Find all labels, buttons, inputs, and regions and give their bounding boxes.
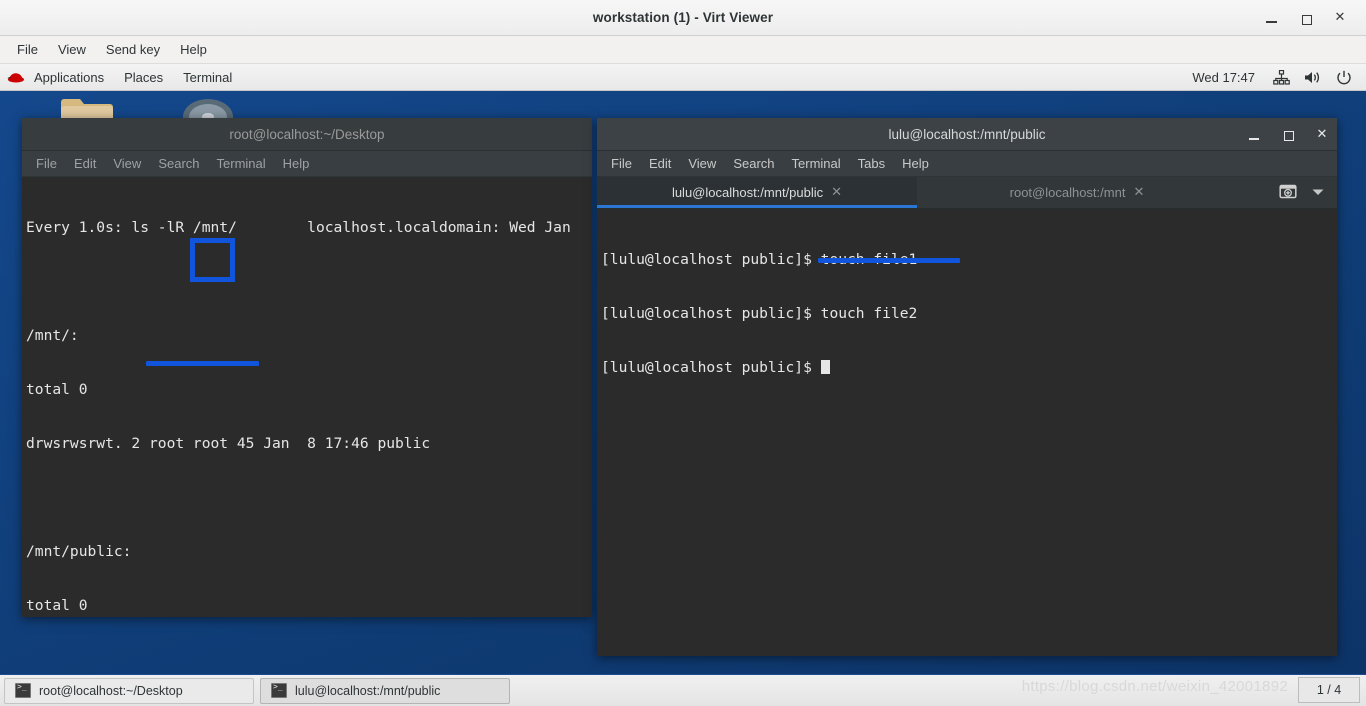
tab-root-mnt[interactable]: root@localhost:/mnt ✕: [917, 177, 1237, 208]
viewer-window-controls: ✕: [1264, 0, 1360, 36]
right-menu-view[interactable]: View: [680, 154, 724, 173]
right-menu-help[interactable]: Help: [894, 154, 937, 173]
prompt-text: [lulu@localhost public]$: [601, 359, 821, 376]
tabbar-actions: [1273, 177, 1337, 208]
network-icon[interactable]: [1267, 70, 1296, 85]
left-menu-terminal[interactable]: Terminal: [209, 154, 274, 173]
terminal-line: [lulu@localhost public]$ touch file1: [601, 251, 918, 268]
right-menu-terminal[interactable]: Terminal: [784, 154, 849, 173]
terminal-line: total 0: [26, 597, 88, 614]
gnome-status-area: Wed 17:47: [1182, 64, 1366, 91]
taskbar-item-lulu-public[interactable]: lulu@localhost:/mnt/public: [260, 677, 510, 704]
right-terminal-output[interactable]: [lulu@localhost public]$ touch file1 [lu…: [597, 209, 1337, 656]
close-icon[interactable]: ✕: [831, 185, 842, 200]
new-tab-icon[interactable]: [1279, 182, 1297, 204]
terminal-line: drwsrwsrwt. 2 root root 45 Jan 8 17:46 p…: [26, 435, 431, 452]
right-terminal-window-controls: ✕: [1247, 118, 1329, 151]
power-icon[interactable]: [1330, 70, 1358, 85]
right-menu-file[interactable]: File: [603, 154, 640, 173]
terminal-line: total 0: [26, 381, 88, 398]
minimize-icon[interactable]: [1264, 10, 1280, 26]
menu-file[interactable]: File: [8, 39, 47, 60]
clock[interactable]: Wed 17:47: [1182, 70, 1265, 85]
terminal-line: [lulu@localhost public]$ touch file2: [601, 305, 918, 322]
right-terminal-title: lulu@localhost:/mnt/public: [888, 126, 1046, 142]
viewer-titlebar: workstation (1) - Virt Viewer ✕: [0, 0, 1366, 36]
gnome-top-panel: Applications Places Terminal Wed 17:47: [0, 64, 1366, 91]
right-terminal-tabbar: lulu@localhost:/mnt/public ✕ root@localh…: [597, 177, 1337, 209]
places-menu[interactable]: Places: [114, 64, 173, 91]
terminal-icon: [271, 682, 287, 698]
right-menu-search[interactable]: Search: [725, 154, 782, 173]
workspace-switcher[interactable]: 1 / 4: [1298, 677, 1360, 703]
maximize-icon[interactable]: [1298, 10, 1314, 26]
left-terminal-title: root@localhost:~/Desktop: [229, 126, 385, 142]
text-cursor: [820, 360, 830, 374]
close-icon[interactable]: ✕: [1332, 10, 1348, 26]
chevron-down-icon[interactable]: [1311, 184, 1325, 202]
left-menu-view[interactable]: View: [105, 154, 149, 173]
tab-lulu-public[interactable]: lulu@localhost:/mnt/public ✕: [597, 177, 917, 208]
taskbar-item-label: lulu@localhost:/mnt/public: [295, 683, 441, 698]
terminal-prompt-line: [lulu@localhost public]$: [601, 359, 1329, 377]
left-terminal-output[interactable]: Every 1.0s: ls -lR /mnt/ localhost.local…: [22, 177, 592, 617]
close-icon[interactable]: ✕: [1315, 127, 1329, 142]
left-menu-edit[interactable]: Edit: [66, 154, 104, 173]
close-icon[interactable]: ✕: [1133, 185, 1144, 200]
applications-menu[interactable]: Applications: [24, 64, 114, 91]
left-menu-file[interactable]: File: [28, 154, 65, 173]
menu-help[interactable]: Help: [171, 39, 216, 60]
maximize-icon[interactable]: [1281, 128, 1295, 142]
left-menu-help[interactable]: Help: [275, 154, 318, 173]
tabbar-spacer: [1237, 177, 1273, 208]
terminal-line: Every 1.0s: ls -lR /mnt/ localhost.local…: [26, 219, 571, 236]
left-terminal-titlebar: root@localhost:~/Desktop: [22, 118, 592, 151]
left-menu-search[interactable]: Search: [150, 154, 207, 173]
viewer-menubar: File View Send key Help: [0, 36, 1366, 64]
right-terminal-menubar: File Edit View Search Terminal Tabs Help: [597, 151, 1337, 177]
left-terminal-menubar: File Edit View Search Terminal Help: [22, 151, 592, 177]
menu-send-key[interactable]: Send key: [97, 39, 169, 60]
left-terminal-window[interactable]: root@localhost:~/Desktop File Edit View …: [22, 118, 592, 617]
terminal-icon: [15, 682, 31, 698]
menu-view[interactable]: View: [49, 39, 95, 60]
tab-label: lulu@localhost:/mnt/public: [671, 185, 824, 200]
right-terminal-titlebar: lulu@localhost:/mnt/public ✕: [597, 118, 1337, 151]
minimize-icon[interactable]: [1247, 128, 1261, 142]
screen: workstation (1) - Virt Viewer ✕ File Vie…: [0, 0, 1366, 706]
terminal-line: /mnt/public:: [26, 543, 132, 560]
taskbar-item-root-desktop[interactable]: root@localhost:~/Desktop: [4, 677, 254, 704]
right-menu-tabs[interactable]: Tabs: [850, 154, 893, 173]
taskbar-item-label: root@localhost:~/Desktop: [39, 683, 183, 698]
terminal-menu[interactable]: Terminal: [173, 64, 242, 91]
terminal-line: /mnt/:: [26, 327, 79, 344]
volume-icon[interactable]: [1298, 70, 1328, 85]
right-menu-edit[interactable]: Edit: [641, 154, 679, 173]
tab-label: root@localhost:/mnt: [1009, 185, 1126, 200]
redhat-logo-icon: [6, 70, 26, 84]
watermark: https://blog.csdn.net/weixin_42001892: [1021, 678, 1288, 695]
viewer-title: workstation (1) - Virt Viewer: [592, 10, 774, 25]
right-terminal-window[interactable]: lulu@localhost:/mnt/public ✕ File Edit V…: [597, 118, 1337, 656]
